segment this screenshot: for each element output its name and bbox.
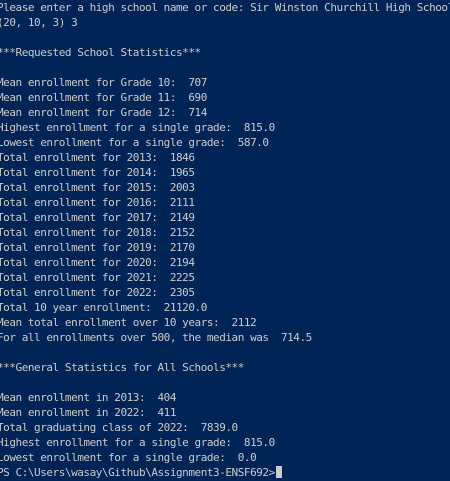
output-line: Total 10 year enrollment: 21120.0 — [0, 301, 207, 314]
output-line: Total enrollment for 2013: 1846 — [0, 151, 195, 164]
output-line: Mean enrollment in 2022: 411 — [0, 406, 177, 419]
output-line: Total enrollment for 2022: 2305 — [0, 286, 195, 299]
output-line: Please enter a high school name or code:… — [0, 1, 450, 14]
output-line: Lowest enrollment for a single grade: 58… — [0, 136, 269, 149]
output-line: Total enrollment for 2015: 2003 — [0, 181, 195, 194]
output-line: Mean enrollment for Grade 10: 707 — [0, 76, 207, 89]
output-line: Total enrollment for 2020: 2194 — [0, 256, 195, 269]
output-line: For all enrollments over 500, the median… — [0, 331, 312, 344]
terminal-window[interactable]: Please enter a high school name or code:… — [0, 0, 450, 481]
output-line — [0, 60, 450, 75]
output-line: Total enrollment for 2019: 2170 — [0, 241, 195, 254]
output-line: Total enrollment for 2016: 2111 — [0, 196, 195, 209]
output-line: Total enrollment for 2021: 2225 — [0, 271, 195, 284]
output-line: Total enrollment for 2017: 2149 — [0, 211, 195, 224]
prompt-line[interactable]: PS C:\Users\wasay\Github\Assignment3-ENS… — [0, 465, 450, 480]
output-line — [0, 30, 450, 45]
output-line: Total graduating class of 2022: 7839.0 — [0, 421, 238, 434]
output-line: (20, 10, 3) 3 — [0, 16, 78, 29]
output-line: Total enrollment for 2018: 2152 — [0, 226, 195, 239]
output-line: Mean enrollment in 2013: 404 — [0, 391, 177, 404]
section-heading: ***Requested School Statistics*** — [0, 46, 201, 59]
output-line — [0, 345, 450, 360]
output-line: Highest enrollment for a single grade: 8… — [0, 121, 275, 134]
output-line: Lowest enrollment for a single grade: 0.… — [0, 451, 257, 464]
text-cursor — [275, 466, 282, 478]
terminal-output: Please enter a high school name or code:… — [0, 0, 450, 480]
output-line: Mean total enrollment over 10 years: 211… — [0, 316, 257, 329]
output-line: Mean enrollment for Grade 12: 714 — [0, 106, 207, 119]
output-line — [0, 375, 450, 390]
section-heading: ***General Statistics for All Schools*** — [0, 361, 244, 374]
shell-prompt: PS C:\Users\wasay\Github\Assignment3-ENS… — [0, 466, 275, 479]
output-line: Mean enrollment for Grade 11: 690 — [0, 91, 207, 104]
output-line: Highest enrollment for a single grade: 8… — [0, 436, 275, 449]
output-line: Total enrollment for 2014: 1965 — [0, 166, 195, 179]
